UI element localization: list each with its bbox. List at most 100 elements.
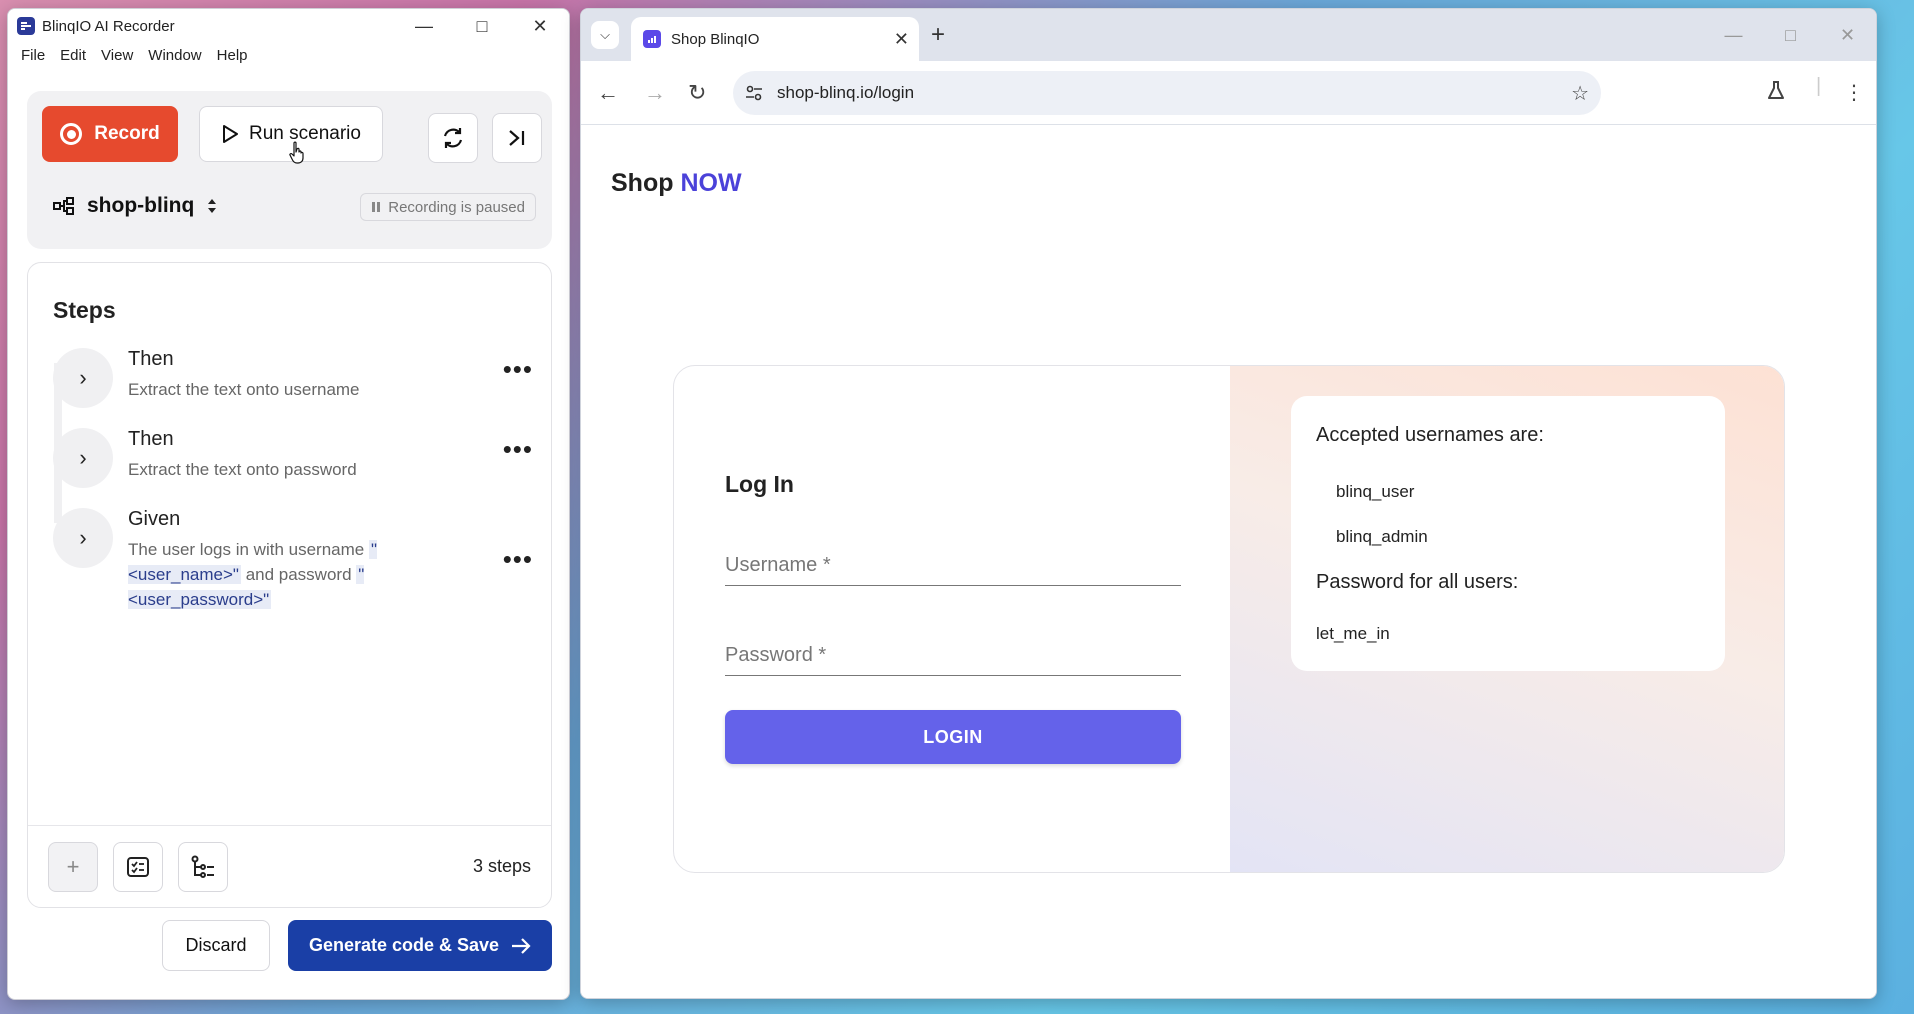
list-tree-icon (191, 855, 214, 878)
login-heading: Log In (725, 471, 794, 497)
labs-flask-icon[interactable] (1767, 80, 1785, 106)
username-option: blinq_user (1336, 482, 1415, 501)
plus-icon: + (66, 854, 80, 879)
password-label: Password * (725, 644, 827, 666)
url-text: shop-blinq.io/login (777, 83, 915, 102)
checklist-button[interactable] (113, 842, 163, 892)
steps-footer: + 3 steps (28, 825, 551, 907)
control-panel: Record Run scenario shop-blinq Recording… (27, 91, 552, 249)
blinqio-app-icon (17, 17, 35, 35)
step-keyword: Then (128, 428, 174, 450)
site-favicon (643, 30, 661, 48)
menu-edit[interactable]: Edit (53, 47, 94, 64)
step-text: The user logs in with username "<user_na… (128, 537, 398, 612)
project-name: shop-blinq (87, 194, 195, 217)
step-text-part: The user logs in with username (128, 540, 365, 559)
step-text: Extract the text onto password (128, 460, 357, 479)
step-keyword: Then (128, 348, 174, 370)
steps-heading: Steps (53, 297, 116, 323)
project-graph-icon (53, 197, 74, 215)
menu-window[interactable]: Window (141, 47, 209, 64)
recorder-title: BlinqIO AI Recorder (42, 17, 175, 35)
credentials-panel: Accepted usernames are: blinq_user blinq… (1230, 366, 1784, 872)
menu-view[interactable]: View (94, 47, 141, 64)
bookmark-star-icon[interactable]: ☆ (1571, 81, 1589, 106)
record-label: Record (94, 123, 160, 144)
step-text-part: and password (245, 565, 352, 584)
recorder-titlebar: BlinqIO AI Recorder — □ ✕ (8, 9, 569, 43)
tab-shop-blinqio[interactable]: Shop BlinqIO ✕ (631, 17, 919, 61)
refresh-icon (443, 128, 463, 148)
minimize-icon[interactable]: — (395, 9, 453, 43)
recording-status-badge: Recording is paused (360, 193, 536, 221)
chevron-down-icon: ⌵ (600, 27, 610, 42)
arrow-right-icon (512, 937, 531, 954)
more-options-icon[interactable]: ••• (503, 544, 533, 575)
record-icon (60, 123, 83, 145)
expand-step-button[interactable]: › (53, 508, 113, 568)
web-page: Shop NOW Log In Username * Password * LO… (581, 125, 1876, 998)
menu-file[interactable]: File (14, 47, 53, 64)
browser-window: ⌵ Shop BlinqIO ✕ + — □ ✕ ← → ↻ shop-blin… (580, 8, 1877, 999)
record-button[interactable]: Record (42, 106, 178, 162)
more-options-icon[interactable]: ••• (503, 434, 533, 465)
login-form: Log In Username * Password * LOGIN (674, 366, 1230, 872)
tab-search-button[interactable]: ⌵ (591, 21, 619, 49)
login-button[interactable]: LOGIN (725, 710, 1181, 764)
browser-toolbar: ← → ↻ shop-blinq.io/login ☆ | ⋮ (581, 61, 1876, 125)
skip-to-end-button[interactable] (492, 113, 542, 163)
steps-panel: Steps › Then Extract the text onto usern… (27, 262, 552, 908)
close-icon[interactable]: ✕ (511, 9, 569, 43)
password-heading: Password for all users: (1316, 571, 1519, 593)
generate-save-label: Generate code & Save (308, 935, 500, 955)
step-text: Extract the text onto username (128, 380, 360, 399)
sort-updown-icon (208, 199, 217, 213)
skip-end-icon (509, 130, 525, 146)
new-tab-icon[interactable]: + (931, 21, 945, 49)
maximize-icon[interactable]: □ (453, 9, 511, 43)
close-icon[interactable]: ✕ (1819, 9, 1876, 61)
login-card: Log In Username * Password * LOGIN Accep… (673, 365, 1785, 873)
forward-icon[interactable]: → (644, 80, 666, 106)
generate-save-button[interactable]: Generate code & Save (288, 920, 552, 971)
reload-icon[interactable]: ↻ (688, 80, 706, 106)
pause-icon (372, 202, 381, 212)
steps-count: 3 steps (472, 856, 531, 876)
step-item: › Then Extract the text onto password ••… (53, 428, 533, 488)
expand-step-button[interactable]: › (53, 428, 113, 488)
discard-button[interactable]: Discard (162, 920, 270, 971)
minimize-icon[interactable]: — (1705, 9, 1762, 61)
tab-title: Shop BlinqIO (671, 30, 760, 48)
checklist-icon (127, 857, 149, 877)
menu-help[interactable]: Help (210, 47, 256, 64)
expand-step-button[interactable]: › (53, 348, 113, 408)
refresh-button[interactable] (428, 113, 478, 163)
recording-status-text: Recording is paused (388, 198, 525, 216)
add-step-button[interactable]: + (48, 842, 98, 892)
site-settings-icon[interactable] (745, 85, 763, 101)
more-options-icon[interactable]: ••• (503, 354, 533, 385)
back-icon[interactable]: ← (597, 80, 619, 106)
username-label: Username * (725, 554, 831, 576)
accepted-usernames-heading: Accepted usernames are: (1316, 424, 1544, 446)
shop-logo[interactable]: Shop NOW (611, 169, 742, 198)
play-icon (223, 125, 239, 143)
hand-pointer-cursor-icon (289, 141, 304, 164)
toolbar-divider: | (1816, 75, 1822, 97)
credentials-info-box: Accepted usernames are: blinq_user blinq… (1291, 396, 1725, 671)
logo-shop-text: Shop (611, 169, 674, 197)
password-value: let_me_in (1316, 624, 1390, 643)
username-option: blinq_admin (1336, 527, 1428, 546)
step-tree-button[interactable] (178, 842, 228, 892)
step-keyword: Given (128, 508, 181, 530)
password-field[interactable]: Password * (725, 638, 1181, 676)
step-item: › Then Extract the text onto username ••… (53, 348, 533, 408)
logo-now-text: NOW (680, 169, 742, 197)
step-item: › Given The user logs in with username "… (53, 508, 533, 618)
menu-kebab-icon[interactable]: ⋮ (1844, 80, 1864, 105)
tab-close-icon[interactable]: ✕ (894, 29, 909, 50)
project-selector[interactable]: shop-blinq (53, 194, 218, 218)
address-bar[interactable]: shop-blinq.io/login ☆ (733, 71, 1601, 115)
maximize-icon[interactable]: □ (1762, 9, 1819, 61)
username-field[interactable]: Username * (725, 548, 1181, 586)
